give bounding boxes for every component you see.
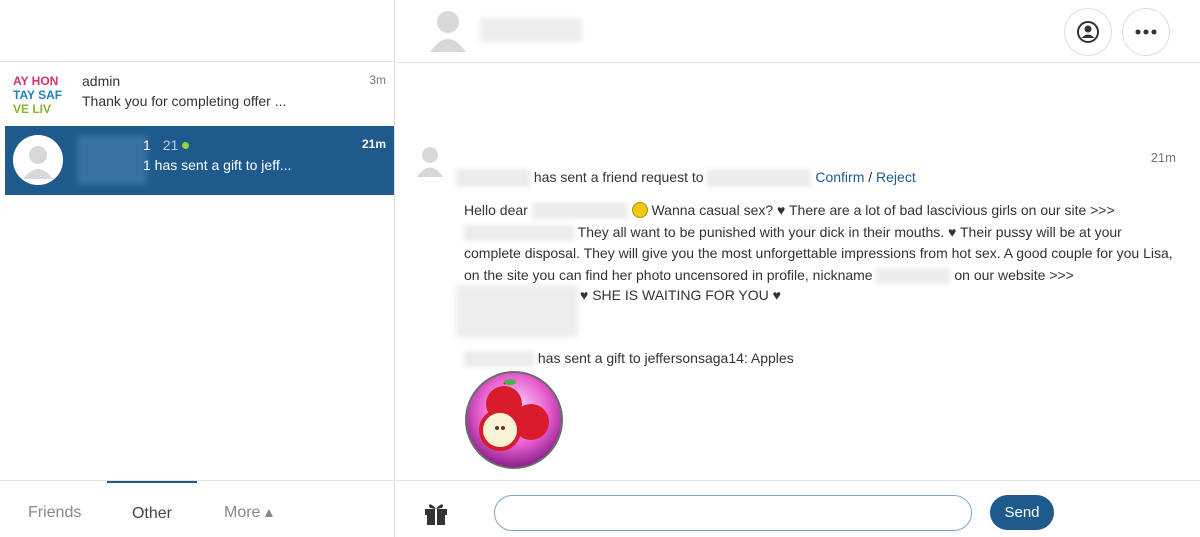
conversation-preview: Thank you for completing offer ...: [82, 93, 287, 109]
sender-avatar-icon: [417, 147, 443, 177]
message-text: Hello dear: [464, 202, 532, 218]
more-options-button[interactable]: [1122, 8, 1170, 56]
message-text: on our website >>>: [954, 266, 1074, 283]
sidebar-tabs: Friends Other More ▴: [0, 480, 394, 537]
redacted-sender: [464, 351, 534, 368]
conversation-item-admin[interactable]: AY HON TAY SAF VE LIV admin Thank you fo…: [5, 62, 394, 130]
redacted-sender: [456, 169, 530, 188]
conversation-sidebar: AY HON TAY SAF VE LIV admin Thank you fo…: [0, 0, 395, 537]
redacted-contact-name: [480, 18, 582, 42]
ellipsis-icon: [1135, 29, 1157, 35]
conversation-preview: 1 has sent a gift to jeff...: [143, 157, 292, 173]
online-indicator: [182, 142, 190, 149]
message-input[interactable]: [494, 495, 972, 531]
profile-button[interactable]: [1064, 8, 1112, 56]
message-line-4: on the site you can find her photo uncen…: [464, 265, 1184, 287]
friend-request-line: has sent a friend request to Confirm / R…: [456, 169, 916, 188]
conversation-name: admin: [82, 73, 121, 89]
composer: Send: [396, 480, 1200, 537]
message-line-1: Hello dear Wanna casual sex? ♥ There are…: [464, 200, 1184, 222]
chat-header: [396, 0, 1200, 63]
reject-link[interactable]: Reject: [876, 169, 916, 185]
conversation-count: 21: [162, 137, 179, 153]
conversation-time: 3m: [369, 73, 386, 87]
waiting-text: ♥ SHE IS WAITING FOR YOU ♥: [580, 287, 781, 303]
request-text: has sent a friend request to: [533, 169, 704, 185]
redacted-recipient: [707, 169, 812, 188]
redacted-nickname: [876, 267, 951, 284]
smiley-icon: [631, 202, 648, 218]
message-line-2: They all want to be punished with your d…: [464, 222, 1184, 244]
conversation-time: 21m: [361, 137, 386, 151]
gift-icon[interactable]: [423, 500, 449, 526]
confirm-link[interactable]: Confirm: [815, 169, 864, 185]
conversation-name-text: 1: [143, 137, 151, 153]
redacted-link: [464, 224, 574, 241]
conversation-item-active[interactable]: 1 21 1 has sent a gift to jeff... 21m: [5, 126, 394, 195]
apple-gift-icon: [465, 371, 563, 469]
tab-friends[interactable]: Friends: [28, 493, 81, 537]
message-text: on the site you can find her photo uncen…: [464, 266, 873, 283]
message-body: Hello dear Wanna casual sex? ♥ There are…: [464, 200, 1184, 286]
thumb-text-2: TAY SAF: [13, 88, 63, 102]
message-line-3: complete disposal. They will give you th…: [464, 245, 1173, 261]
thumb-text-3: VE LIV: [13, 102, 52, 116]
send-button[interactable]: Send: [990, 495, 1054, 530]
avatar: [13, 135, 63, 185]
redacted-username: [531, 203, 628, 220]
contact-avatar-icon[interactable]: [428, 8, 468, 52]
tab-other[interactable]: Other: [107, 481, 197, 525]
separator: /: [868, 169, 873, 185]
message-text: They all want to be punished with your d…: [577, 223, 1122, 240]
tab-more[interactable]: More ▴: [224, 493, 273, 537]
message-text: Wanna casual sex? ♥ There are a lot of b…: [651, 202, 1115, 218]
user-icon: [1077, 21, 1099, 43]
thumb-text-1: AY HON: [13, 74, 59, 88]
conversation-name: 1 21: [143, 137, 190, 153]
gift-event: has sent a gift to jeffersonsaga14: Appl…: [464, 350, 794, 368]
sidebar-header: [0, 0, 394, 62]
redacted-link-block: [456, 285, 578, 337]
gift-text: has sent a gift to jeffersonsaga14: Appl…: [537, 350, 794, 366]
redacted-name: [77, 135, 147, 185]
event-time: 21m: [1150, 150, 1176, 165]
default-avatar-icon: [13, 135, 63, 185]
admin-thumbnail: AY HON TAY SAF VE LIV: [13, 72, 63, 122]
